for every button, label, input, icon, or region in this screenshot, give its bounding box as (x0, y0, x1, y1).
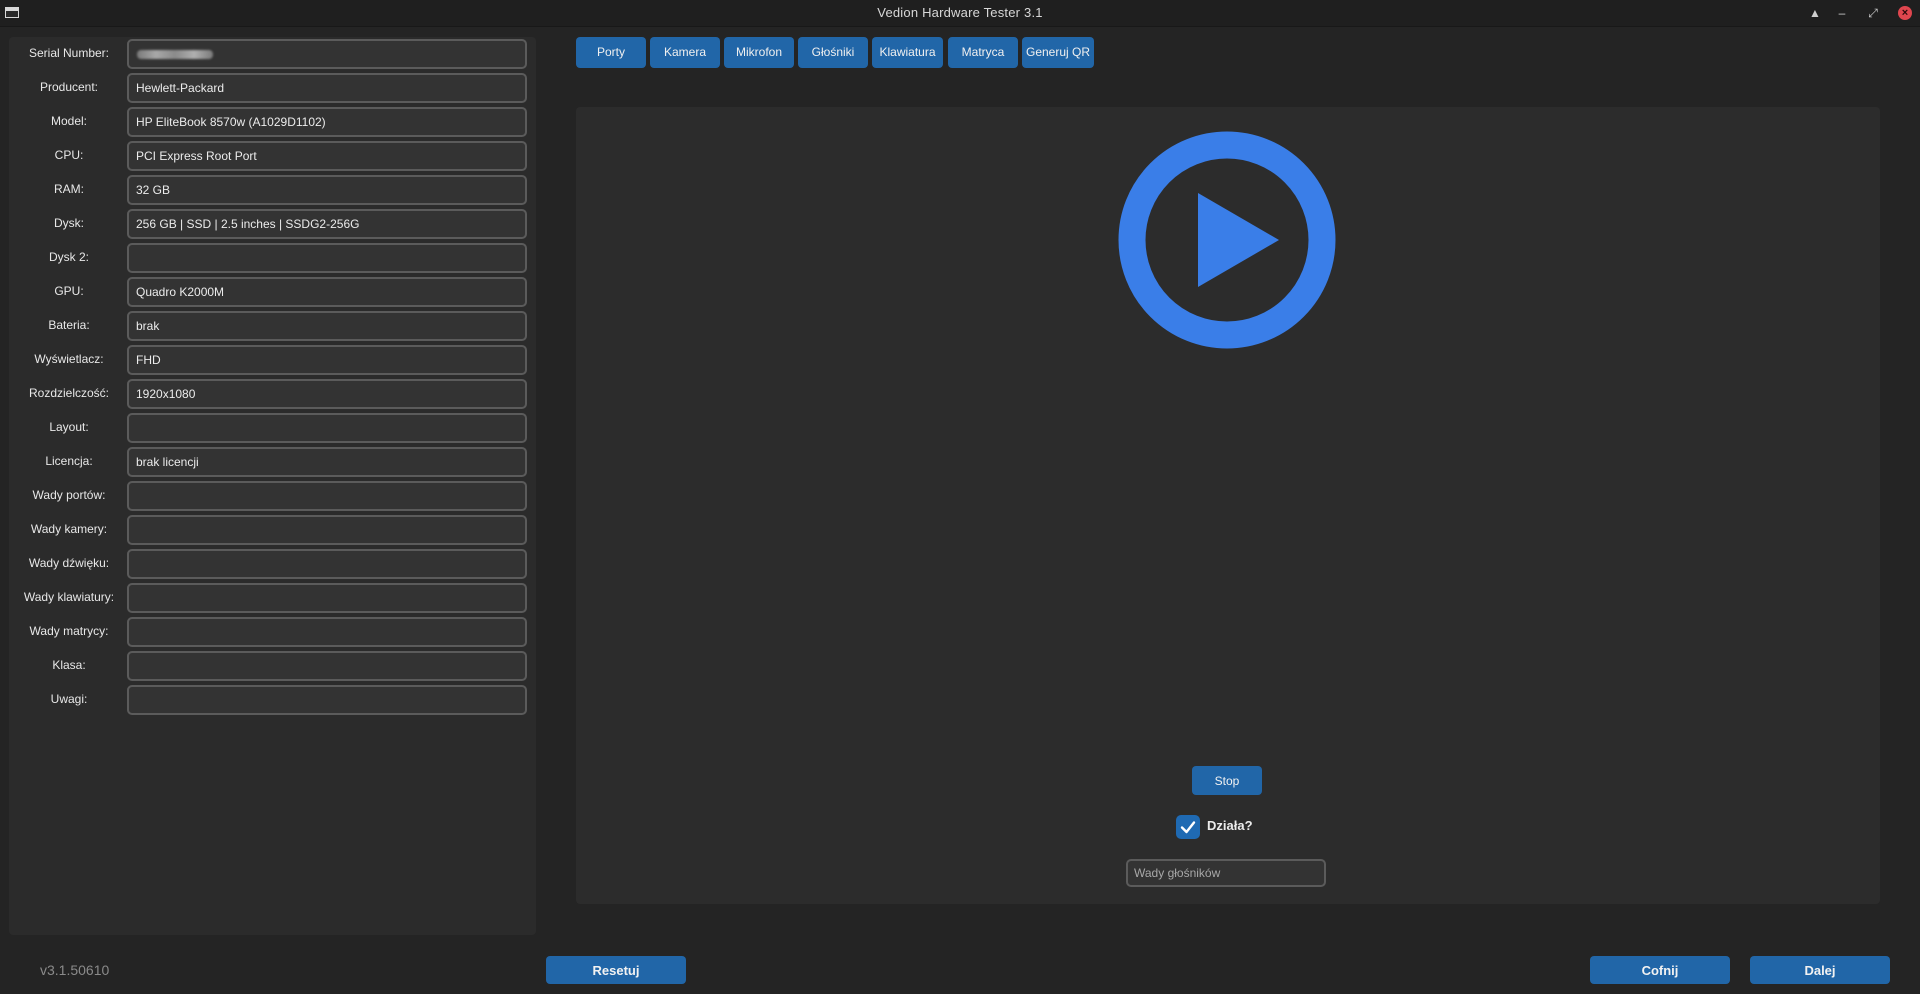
speaker-defects-input[interactable] (1126, 859, 1326, 887)
field-row-dysk: Dysk: 256 GB | SSD | 2.5 inches | SSDG2-… (9, 209, 536, 239)
keyboard-defects-field[interactable] (127, 583, 527, 613)
device-info-panel: Serial Number: Producent: Hewlett-Packar… (9, 37, 536, 935)
field-label: GPU: (54, 284, 84, 298)
version-label: v3.1.50610 (40, 962, 110, 978)
field-label: Wady portów: (32, 488, 106, 502)
disk-field[interactable]: 256 GB | SSD | 2.5 inches | SSDG2-256G (127, 209, 527, 239)
field-label: Producent: (39, 80, 99, 94)
field-row-uwagi: Uwagi: (9, 685, 536, 715)
field-label: Dysk: (54, 216, 84, 230)
checkmark-icon (1180, 821, 1196, 834)
field-row-wady-kamery: Wady kamery: (9, 515, 536, 545)
close-icon[interactable]: × (1898, 6, 1912, 20)
field-row-cpu: CPU: PCI Express Root Port (9, 141, 536, 171)
field-row-wady-klawiatury: Wady klawiatury: (9, 583, 536, 613)
title-bar: Vedion Hardware Tester 3.1 ▲ – ⤢ × (0, 0, 1920, 27)
field-row-dysk-2: Dysk 2: (9, 243, 536, 273)
back-button[interactable]: Cofnij (1590, 956, 1730, 984)
field-label: Uwagi: (50, 692, 88, 706)
field-label: Wyświetlacz: (34, 352, 104, 366)
stop-button[interactable]: Stop (1192, 766, 1262, 795)
cpu-field[interactable]: PCI Express Root Port (127, 141, 527, 171)
play-icon[interactable] (1118, 131, 1336, 349)
tab-kamera[interactable]: Kamera (650, 37, 720, 68)
field-label: Bateria: (48, 318, 90, 332)
field-row-serial-number: Serial Number: (9, 39, 536, 69)
field-row-wady-dzwieku: Wady dźwięku: (9, 549, 536, 579)
field-row-wady-matrycy: Wady matrycy: (9, 617, 536, 647)
works-label: Działa? (1207, 818, 1253, 833)
producent-field[interactable]: Hewlett-Packard (127, 73, 527, 103)
notes-field[interactable] (127, 685, 527, 715)
reset-button[interactable]: Resetuj (546, 956, 686, 984)
works-checkbox[interactable] (1176, 815, 1200, 839)
field-label: Serial Number: (28, 46, 110, 60)
field-row-licencja: Licencja: brak licencji (9, 447, 536, 477)
class-field[interactable] (127, 651, 527, 681)
minimize-icon[interactable]: – (1833, 4, 1851, 22)
field-row-ram: RAM: 32 GB (9, 175, 536, 205)
layout-field[interactable] (127, 413, 527, 443)
tab-klawiatura[interactable]: Klawiatura (872, 37, 943, 68)
window-title: Vedion Hardware Tester 3.1 (877, 5, 1043, 20)
resolution-field[interactable]: 1920x1080 (127, 379, 527, 409)
tab-porty[interactable]: Porty (576, 37, 646, 68)
field-row-model: Model: HP EliteBook 8570w (A1029D1102) (9, 107, 536, 137)
field-label: Wady kamery: (30, 522, 108, 536)
battery-field[interactable]: brak (127, 311, 527, 341)
field-label: CPU: (54, 148, 84, 162)
field-label: Wady klawiatury: (23, 590, 115, 604)
redacted-value (137, 50, 213, 59)
tab-glosniki[interactable]: Głośniki (798, 37, 868, 68)
field-row-wyswietlacz: Wyświetlacz: FHD (9, 345, 536, 375)
field-label: Dysk 2: (48, 250, 89, 264)
field-label: Model: (50, 114, 88, 128)
field-row-rozdzielczosc: Rozdzielczość: 1920x1080 (9, 379, 536, 409)
tab-generuj-qr[interactable]: Generuj QR (1022, 37, 1094, 68)
disk-2-field[interactable] (127, 243, 527, 273)
field-label: Wady dźwięku: (28, 556, 110, 570)
display-field[interactable]: FHD (127, 345, 527, 375)
model-field[interactable]: HP EliteBook 8570w (A1029D1102) (127, 107, 527, 137)
port-defects-field[interactable] (127, 481, 527, 511)
next-button[interactable]: Dalej (1750, 956, 1890, 984)
tab-mikrofon[interactable]: Mikrofon (724, 37, 794, 68)
tab-matryca[interactable]: Matryca (948, 37, 1018, 68)
serial-number-field[interactable] (127, 39, 527, 69)
field-label: Klasa: (52, 658, 86, 672)
field-label: Wady matrycy: (29, 624, 109, 638)
gpu-field[interactable]: Quadro K2000M (127, 277, 527, 307)
field-row-wady-portow: Wady portów: (9, 481, 536, 511)
ram-field[interactable]: 32 GB (127, 175, 527, 205)
field-row-bateria: Bateria: brak (9, 311, 536, 341)
license-field[interactable]: brak licencji (127, 447, 527, 477)
keep-above-icon[interactable]: ▲ (1806, 4, 1824, 22)
field-row-producent: Producent: Hewlett-Packard (9, 73, 536, 103)
field-label: Licencja: (45, 454, 93, 468)
field-row-gpu: GPU: Quadro K2000M (9, 277, 536, 307)
restore-icon[interactable]: ⤢ (1864, 4, 1882, 22)
field-label: Rozdzielczość: (28, 386, 110, 400)
field-row-klasa: Klasa: (9, 651, 536, 681)
screen-defects-field[interactable] (127, 617, 527, 647)
field-label: RAM: (54, 182, 84, 196)
sound-defects-field[interactable] (127, 549, 527, 579)
speaker-test-panel: Stop Działa? (576, 107, 1880, 904)
field-label: Layout: (49, 420, 89, 434)
camera-defects-field[interactable] (127, 515, 527, 545)
field-row-layout: Layout: (9, 413, 536, 443)
